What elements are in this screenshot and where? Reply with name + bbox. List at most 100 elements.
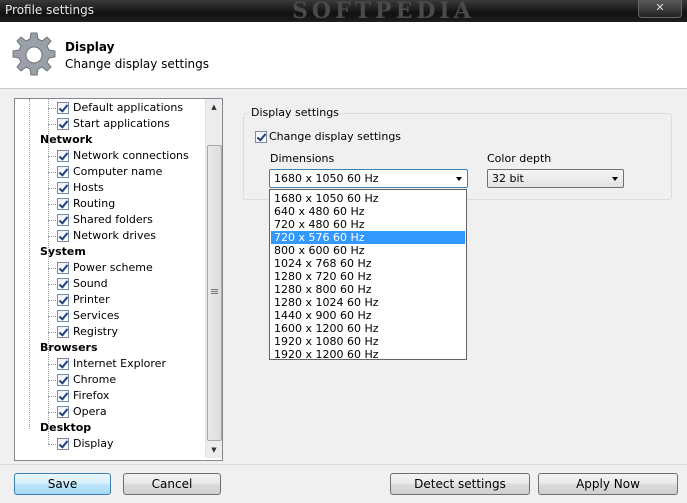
tree-group-desktop[interactable]: Desktop [23, 420, 91, 436]
dropdown-option[interactable]: 1680 x 1050 60 Hz [271, 192, 465, 205]
tree-item[interactable]: Shared folders [57, 212, 153, 228]
color-depth-label: Color depth [487, 152, 552, 165]
checkbox-icon[interactable] [57, 262, 69, 274]
tree-item-label: Internet Explorer [73, 357, 166, 370]
apply-now-button[interactable]: Apply Now [538, 473, 678, 495]
checkbox-icon[interactable] [57, 198, 69, 210]
tree-item-label: Opera [73, 405, 107, 418]
dropdown-option[interactable]: 720 x 576 60 Hz [271, 231, 465, 244]
tree-item[interactable]: Hosts [57, 180, 104, 196]
tree-group-network[interactable]: Network [23, 132, 92, 148]
detect-settings-button[interactable]: Detect settings [390, 473, 530, 495]
page-subtitle: Change display settings [65, 57, 210, 71]
tree-item[interactable]: Routing [57, 196, 115, 212]
tree-item-label: Power scheme [73, 261, 153, 274]
dropdown-option[interactable]: 720 x 480 60 Hz [271, 218, 465, 231]
save-button[interactable]: Save [14, 473, 111, 495]
tree-group-label: System [40, 245, 86, 258]
tree-item-label: Firefox [73, 389, 110, 402]
tree-item-label: Shared folders [73, 213, 153, 226]
tree-item-label: Hosts [73, 181, 104, 194]
dropdown-option[interactable]: 1600 x 1200 60 Hz [271, 322, 465, 335]
scroll-down-arrow-icon[interactable]: ▼ [206, 442, 222, 458]
header-banner: Display Change display settings [0, 22, 687, 89]
dropdown-option[interactable]: 800 x 600 60 Hz [271, 244, 465, 257]
checkbox-icon[interactable] [57, 438, 69, 450]
tree-item[interactable]: Sound [57, 276, 108, 292]
checkbox-icon[interactable] [57, 390, 69, 402]
tree-group-browsers[interactable]: Browsers [23, 340, 98, 356]
dropdown-option[interactable]: 1280 x 800 60 Hz [271, 283, 465, 296]
tree-item-label: Routing [73, 197, 116, 210]
tree-item[interactable]: Display [57, 436, 114, 452]
tree-item[interactable]: Chrome [57, 372, 116, 388]
tree-scrollbar[interactable]: ▲ ▼ [205, 99, 222, 458]
dropdown-option[interactable]: 1920 x 1200 60 Hz [271, 348, 465, 361]
checkbox-icon[interactable] [57, 358, 69, 370]
checkbox-icon[interactable] [57, 230, 69, 242]
dropdown-option[interactable]: 1920 x 1080 60 Hz [271, 335, 465, 348]
checkbox-icon[interactable] [57, 118, 69, 130]
tree-item[interactable]: Opera [57, 404, 107, 420]
close-button[interactable]: ✕ [638, 0, 682, 18]
checkbox-icon[interactable] [57, 214, 69, 226]
tree-item[interactable]: Network connections [57, 148, 189, 164]
dropdown-option[interactable]: 1280 x 720 60 Hz [271, 270, 465, 283]
tree-item-label: Registry [73, 325, 119, 338]
tree-item[interactable]: Services [57, 308, 119, 324]
checkbox-icon[interactable] [255, 131, 267, 143]
chevron-down-icon [456, 177, 462, 181]
color-depth-dropdown[interactable]: 32 bit [487, 169, 624, 188]
display-settings-group: Display settings Change display settings… [243, 104, 672, 200]
tree-item[interactable]: Registry [57, 324, 118, 340]
tree-item[interactable]: Network drives [57, 228, 156, 244]
checkbox-icon[interactable] [57, 150, 69, 162]
settings-tree[interactable]: ▲ ▼ Default applications Start applicatio… [14, 98, 223, 461]
dropdown-option[interactable]: 1280 x 1024 60 Hz [271, 296, 465, 309]
dropdown-option[interactable]: 640 x 480 60 Hz [271, 205, 465, 218]
tree-item[interactable]: Printer [57, 292, 110, 308]
group-legend: Display settings [249, 106, 341, 119]
tree-item-label: Network connections [73, 149, 189, 162]
change-display-label: Change display settings [269, 130, 402, 143]
checkbox-icon[interactable] [57, 406, 69, 418]
dimensions-label: Dimensions [270, 152, 335, 165]
tree-item-label: Services [73, 309, 120, 322]
tree-item-label: Sound [73, 277, 108, 290]
window-title: Profile settings [5, 3, 94, 17]
color-depth-value: 32 bit [492, 172, 524, 185]
tree-item[interactable]: Computer name [57, 164, 162, 180]
checkbox-icon[interactable] [57, 374, 69, 386]
tree-group-system[interactable]: System [23, 244, 86, 260]
dropdown-option[interactable]: 1024 x 768 60 Hz [271, 257, 465, 270]
tree-item-label: Display [73, 437, 114, 450]
dimensions-dropdown-list[interactable]: 1680 x 1050 60 Hz 640 x 480 60 Hz 720 x 48… [269, 189, 467, 361]
checkbox-icon[interactable] [57, 182, 69, 194]
tree-item[interactable]: Default applications [57, 100, 183, 116]
dropdown-option[interactable]: 1440 x 900 60 Hz [271, 309, 465, 322]
tree-item[interactable]: Internet Explorer [57, 356, 166, 372]
tree-item-label: Default applications [73, 101, 184, 114]
page-title: Display [65, 40, 115, 54]
dimensions-value: 1680 x 1050 60 Hz [274, 172, 379, 185]
checkbox-icon[interactable] [57, 310, 69, 322]
tree-item[interactable]: Firefox [57, 388, 109, 404]
tree-item[interactable]: Start applications [57, 116, 170, 132]
watermark-logo: SOFTPEDIA [292, 0, 475, 24]
title-bar[interactable]: Profile settings SOFTPEDIA ✕ [0, 0, 687, 24]
checkbox-icon[interactable] [57, 278, 69, 290]
change-display-checkbox[interactable]: Change display settings [255, 129, 401, 145]
cancel-button[interactable]: Cancel [123, 473, 221, 495]
checkbox-icon[interactable] [57, 166, 69, 178]
scroll-up-arrow-icon[interactable]: ▲ [206, 99, 222, 115]
gear-icon [12, 32, 56, 76]
checkbox-icon[interactable] [57, 326, 69, 338]
tree-item-label: Computer name [73, 165, 163, 178]
tree-item[interactable]: Power scheme [57, 260, 153, 276]
chevron-down-icon [612, 177, 618, 181]
checkbox-icon[interactable] [57, 102, 69, 114]
dimensions-dropdown[interactable]: 1680 x 1050 60 Hz [269, 169, 468, 188]
checkbox-icon[interactable] [57, 294, 69, 306]
tree-item-label: Chrome [73, 373, 117, 386]
scroll-thumb[interactable] [207, 145, 222, 441]
